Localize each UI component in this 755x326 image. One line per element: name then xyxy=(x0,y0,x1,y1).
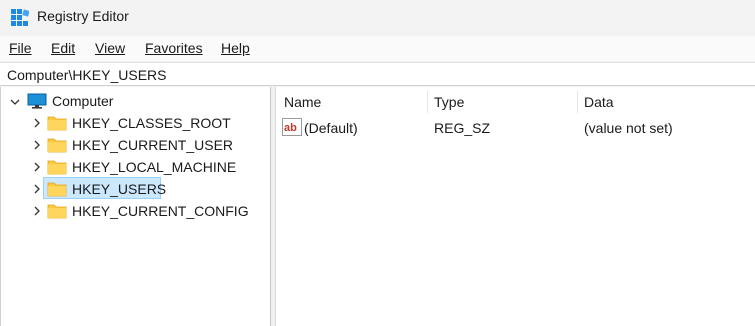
address-path[interactable]: Computer\HKEY_USERS xyxy=(7,67,167,83)
value-name[interactable]: (Default) xyxy=(304,120,358,136)
chevron-right-icon[interactable] xyxy=(32,184,42,194)
menu-favorites-label: Favorites xyxy=(145,40,203,56)
column-header-type[interactable]: Type xyxy=(434,94,464,110)
tree-item-hkey-users[interactable]: HKEY_USERS xyxy=(1,178,271,200)
computer-icon xyxy=(27,93,47,109)
chevron-right-icon[interactable] xyxy=(32,118,42,128)
title-bar: Registry Editor xyxy=(0,0,755,36)
menu-file[interactable]: File xyxy=(9,40,32,56)
tree-item-label: HKEY_CURRENT_CONFIG xyxy=(72,203,249,219)
chevron-right-icon[interactable] xyxy=(32,140,42,150)
folder-icon xyxy=(47,138,67,153)
string-value-icon: ab xyxy=(282,118,302,136)
menu-help[interactable]: Help xyxy=(221,40,250,56)
menu-file-label: File xyxy=(9,40,32,56)
menu-edit-label: Edit xyxy=(51,40,76,56)
address-bar[interactable]: Computer\HKEY_USERS xyxy=(0,62,755,86)
chevron-right-icon[interactable] xyxy=(32,206,42,216)
menu-help-label: Help xyxy=(221,40,250,56)
window-title: Registry Editor xyxy=(37,8,129,24)
tree-item-hkey-local-machine[interactable]: HKEY_LOCAL_MACHINE xyxy=(1,156,271,178)
tree-item-label: HKEY_CURRENT_USER xyxy=(72,137,234,153)
chevron-down-icon[interactable] xyxy=(10,97,20,107)
registry-editor-icon xyxy=(11,9,29,26)
folder-icon xyxy=(47,116,67,131)
folder-icon xyxy=(47,160,67,175)
column-header-name[interactable]: Name xyxy=(284,94,321,110)
tree-item-hkey-current-config[interactable]: HKEY_CURRENT_CONFIG xyxy=(1,200,271,222)
menu-bar: File Edit View Favorites Help xyxy=(0,36,755,61)
menu-edit[interactable]: Edit xyxy=(51,40,75,56)
tree-item-label: HKEY_USERS xyxy=(72,181,167,197)
key-tree-pane[interactable]: Computer HKEY_CLASSES_ROOT HKEY_CURRENT_… xyxy=(0,87,271,326)
folder-icon xyxy=(47,182,67,197)
tree-item-label: HKEY_LOCAL_MACHINE xyxy=(72,159,237,175)
column-header-data[interactable]: Data xyxy=(584,94,614,110)
tree-item-hkey-classes-root[interactable]: HKEY_CLASSES_ROOT xyxy=(1,112,271,134)
menu-view[interactable]: View xyxy=(95,40,125,56)
menu-favorites[interactable]: Favorites xyxy=(145,40,203,56)
menu-view-label: View xyxy=(95,40,126,56)
chevron-right-icon[interactable] xyxy=(32,162,42,172)
folder-icon xyxy=(47,204,67,219)
tree-item-computer[interactable]: Computer xyxy=(1,90,271,112)
tree-item-label: HKEY_CLASSES_ROOT xyxy=(72,115,231,131)
value-type: REG_SZ xyxy=(434,120,491,136)
column-divider[interactable] xyxy=(427,91,428,113)
svg-text:ab: ab xyxy=(284,122,297,134)
tree-item-hkey-current-user[interactable]: HKEY_CURRENT_USER xyxy=(1,134,271,156)
value-data: (value not set) xyxy=(584,120,673,136)
column-divider[interactable] xyxy=(577,91,578,113)
tree-item-label: Computer xyxy=(52,93,114,109)
